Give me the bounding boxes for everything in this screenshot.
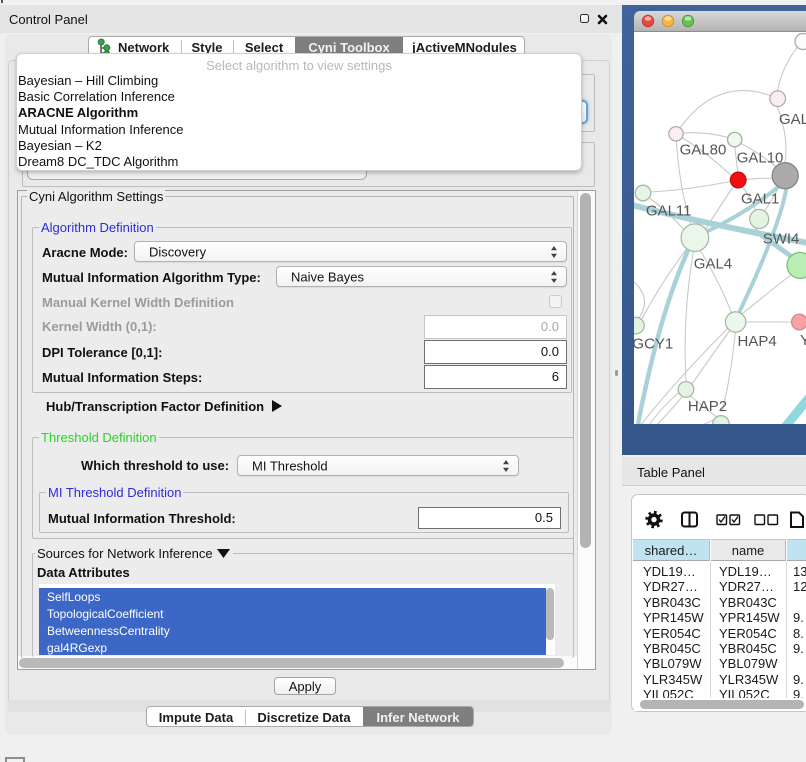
svg-text:GAL: GAL: [779, 111, 806, 128]
svg-text:GAL11: GAL11: [646, 202, 692, 219]
svg-text:GAL80: GAL80: [680, 142, 727, 159]
svg-text:Y: Y: [800, 332, 806, 349]
svg-text:GCY1: GCY1: [634, 335, 673, 352]
svg-text:HAP2: HAP2: [688, 398, 727, 415]
svg-text:GAL1: GAL1: [741, 191, 779, 208]
svg-text:SWI4: SWI4: [763, 230, 800, 247]
svg-text:HAP4: HAP4: [738, 333, 777, 350]
svg-text:GAL10: GAL10: [737, 150, 784, 167]
svg-text:GAL4: GAL4: [694, 256, 732, 273]
